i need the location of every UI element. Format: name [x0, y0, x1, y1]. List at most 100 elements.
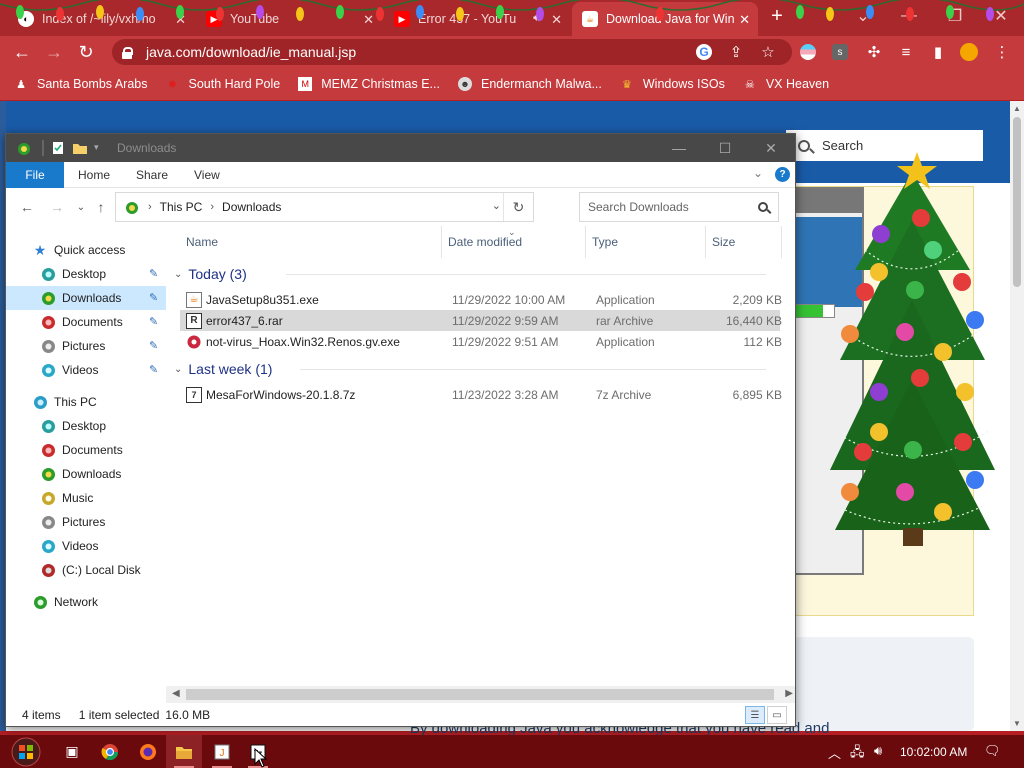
refresh-icon[interactable]: ↻ — [503, 193, 533, 221]
page-scrollbar[interactable]: ▲ ▼ — [1010, 101, 1024, 731]
tab-share[interactable]: Share — [122, 162, 182, 188]
nav-pc-videos[interactable]: Videos — [6, 534, 166, 558]
chrome-icon[interactable] — [92, 735, 128, 768]
nav-quick-pictures[interactable]: Pictures ✎ — [6, 334, 166, 358]
extensions-puzzle-icon[interactable]: ✣ — [864, 42, 884, 62]
bookmark-south-hard-pole[interactable]: ✹ South Hard Pole — [165, 77, 280, 91]
maximize-button[interactable]: ☐ — [702, 135, 748, 161]
nav-quick-downloads[interactable]: Downloads ✎ — [6, 286, 166, 310]
nav-pc-local-disk[interactable]: (C:) Local Disk — [6, 558, 166, 582]
tab-error-437[interactable]: ▶ Error 437 - YouTu 🔊︎ ✕ — [384, 2, 570, 36]
properties-icon[interactable] — [50, 140, 66, 156]
scroll-thumb[interactable] — [186, 689, 774, 700]
google-lens-icon[interactable]: G — [696, 44, 712, 60]
large-icons-view-icon[interactable]: ▭ — [767, 706, 787, 724]
column-size[interactable]: Size — [706, 226, 782, 258]
audio-playing-icon[interactable]: 🔊︎ — [533, 12, 540, 25]
tab-file[interactable]: File — [6, 162, 64, 188]
tab-index-of-lily[interactable]: ◐ Index of /~lily/vxh/no ✕ — [8, 2, 194, 36]
start-button[interactable] — [4, 735, 48, 768]
close-tab-icon[interactable]: ✕ — [551, 12, 562, 28]
bookmark-star-icon[interactable]: ☆ — [758, 42, 778, 62]
file-explorer-icon[interactable] — [166, 735, 202, 768]
collapse-group-icon[interactable]: ⌄ — [174, 269, 182, 280]
java-installer-icon[interactable]: J — [204, 735, 240, 768]
column-type[interactable]: Type — [586, 226, 706, 258]
restore-button[interactable]: ❐ — [932, 0, 978, 32]
chrome-menu-icon[interactable]: ⋮ — [992, 42, 1012, 62]
collapse-group-icon[interactable]: ⌄ — [174, 364, 182, 375]
profile-avatar[interactable] — [960, 43, 978, 61]
notifications-icon[interactable]: 🗨︎ — [984, 743, 1001, 759]
file-row[interactable]: 7 MesaForWindows-20.1.8.7z 11/23/2022 3:… — [180, 384, 782, 405]
recent-locations-icon[interactable]: ⌄ — [72, 198, 90, 216]
nav-quick-desktop[interactable]: Desktop ✎ — [6, 262, 166, 286]
extension-s-icon[interactable]: s — [832, 44, 848, 60]
tab-search-icon[interactable]: ⌄ — [840, 0, 886, 32]
close-tab-icon[interactable]: ✕ — [175, 12, 186, 28]
scroll-right-icon[interactable]: ▶ — [785, 688, 793, 699]
pin-icon[interactable]: ✎ — [149, 291, 158, 304]
column-date-modified[interactable]: Date modified — [442, 226, 586, 258]
show-hidden-icons-icon[interactable]: ︿ — [828, 743, 841, 762]
firefox-icon[interactable] — [130, 735, 166, 768]
nav-this-pc[interactable]: This PC — [6, 390, 166, 414]
bookmark-windows-isos[interactable]: ♛ Windows ISOs — [620, 77, 725, 91]
bookmark-santa-bombs-arabs[interactable]: ♟ Santa Bombs Arabs — [14, 77, 147, 91]
close-tab-icon[interactable]: ✕ — [363, 12, 374, 28]
network-icon[interactable]: 🖧︎ — [850, 743, 865, 765]
task-view-icon[interactable]: ▣ — [54, 735, 90, 768]
extension-pride-icon[interactable] — [800, 44, 816, 60]
close-tab-icon[interactable]: ✕ — [739, 12, 750, 28]
close-button[interactable]: ✕ — [748, 135, 794, 161]
tab-youtube[interactable]: ▶ YouTube ✕ — [196, 2, 382, 36]
pin-icon[interactable]: ✎ — [149, 267, 158, 280]
new-folder-icon[interactable] — [72, 140, 88, 156]
volume-icon[interactable]: 🔊︎ — [874, 743, 882, 759]
tab-home[interactable]: Home — [64, 162, 124, 188]
close-window-button[interactable]: ✕ — [978, 0, 1024, 32]
expand-ribbon-icon[interactable]: ⌄ — [753, 166, 763, 180]
search-input[interactable]: Search Downloads — [579, 192, 779, 222]
scroll-thumb[interactable] — [1013, 117, 1021, 287]
file-row[interactable]: R error437_6.rar 11/29/2022 9:59 AM rar … — [180, 310, 782, 331]
qat-dropdown-icon[interactable]: ▾ — [94, 142, 110, 158]
tab-download-java[interactable]: ☕︎ Download Java for Win ✕ — [572, 2, 758, 36]
nav-quick-documents[interactable]: Documents ✎ — [6, 310, 166, 334]
share-icon[interactable]: ⇪ — [726, 42, 746, 62]
nav-network[interactable]: Network — [6, 590, 166, 614]
nav-pc-documents[interactable]: Documents — [6, 438, 166, 462]
explorer-title-bar[interactable]: ▾ Downloads — ☐ ✕ — [6, 134, 795, 162]
scroll-left-icon[interactable]: ◀ — [172, 688, 180, 699]
chevron-down-icon[interactable]: ⌄ — [492, 199, 501, 212]
scroll-up-icon[interactable]: ▲ — [1013, 104, 1021, 113]
clock[interactable]: 10:02:00 AM — [900, 745, 967, 759]
new-tab-button[interactable]: + — [766, 6, 788, 28]
nav-pc-desktop[interactable]: Desktop — [6, 414, 166, 438]
address-bar[interactable]: › This PC › Downloads ⌄ ↻ — [115, 192, 534, 222]
pin-icon[interactable]: ✎ — [149, 315, 158, 328]
media-queue-icon[interactable]: ≡ — [896, 42, 916, 62]
details-view-icon[interactable]: ☰ — [745, 706, 765, 724]
nav-quick-videos[interactable]: Videos ✎ — [6, 358, 166, 382]
back-arrow-icon[interactable]: ← — [18, 198, 36, 216]
group-last-week[interactable]: ⌄ Last week (1) — [174, 359, 766, 379]
group-today[interactable]: ⌄ Today (3) — [174, 264, 766, 284]
side-panel-icon[interactable]: ▮ — [928, 42, 948, 62]
minimize-button[interactable]: — — [656, 135, 702, 161]
nav-quick-access[interactable]: ★ Quick access — [6, 238, 166, 262]
forward-arrow-icon[interactable]: → — [48, 198, 66, 216]
file-row[interactable]: not-virus_Hoax.Win32.Renos.gv.exe 11/29/… — [180, 331, 782, 352]
back-button[interactable]: ← — [10, 40, 34, 64]
scroll-down-icon[interactable]: ▼ — [1013, 719, 1021, 728]
bookmark-vx-heaven[interactable]: ☠ VX Heaven — [743, 77, 829, 91]
breadcrumb-downloads[interactable]: Downloads — [222, 200, 281, 214]
address-bar[interactable]: java.com/download/ie_manual.jsp — [112, 39, 792, 65]
pin-icon[interactable]: ✎ — [149, 363, 158, 376]
column-name[interactable]: Name — [180, 226, 442, 258]
pin-icon[interactable]: ✎ — [149, 339, 158, 352]
help-icon[interactable]: ? — [775, 167, 790, 182]
tab-view[interactable]: View — [180, 162, 234, 188]
lock-icon[interactable] — [122, 46, 133, 59]
reload-button[interactable]: ↻ — [74, 40, 98, 64]
